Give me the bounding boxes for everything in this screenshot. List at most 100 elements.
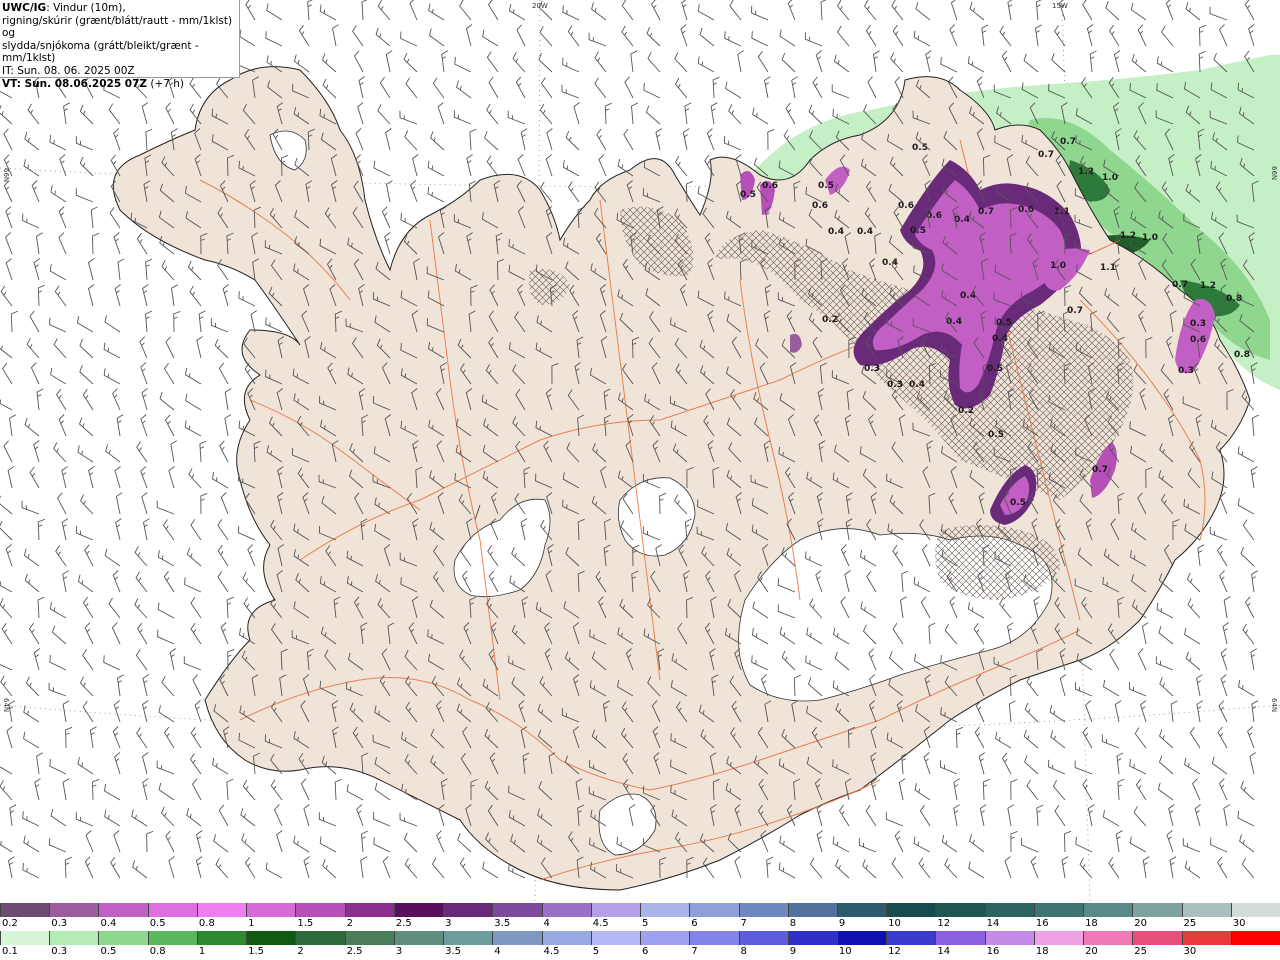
colorbar-label: 30 — [1232, 918, 1246, 929]
precip-value-label: 0.6 — [898, 201, 914, 211]
colorbar-swatch — [984, 931, 1034, 945]
precip-value-label: 0.7 — [1038, 150, 1054, 160]
colorbar-swatch — [787, 931, 837, 945]
precip-value-label: 1.0 — [1142, 233, 1158, 243]
colorbar-label: 18 — [1085, 918, 1098, 929]
colorbar-swatch — [0, 931, 50, 945]
lat-label-66n-right: 66N — [1270, 166, 1278, 180]
colorbar-swatch — [1083, 903, 1133, 917]
lat-label-64n-left: 64N — [2, 698, 10, 712]
colorbar-label: 30 — [1183, 946, 1197, 957]
colorbar-label: 10 — [838, 946, 852, 957]
precip-value-label: 0.5 — [740, 190, 756, 200]
colorbar-label: 2.5 — [395, 918, 412, 929]
precip-value-label: 1.1 — [1100, 263, 1116, 273]
colorbar-label: 2.5 — [346, 946, 363, 957]
colorbar-swatch — [246, 931, 296, 945]
colorbar-label: 5 — [642, 918, 649, 929]
colorbar-swatch — [344, 903, 394, 917]
precip-value-label: 1.1 — [1054, 207, 1070, 217]
colorbar-label: 14 — [986, 918, 1000, 929]
colorbar-label: 4.5 — [543, 946, 560, 957]
colorbar-label: 0.2 — [2, 918, 18, 929]
colorbar-swatch — [1181, 903, 1231, 917]
colorbar-swatch — [246, 903, 296, 917]
colorbar-swatch — [640, 903, 690, 917]
colorbar-label: 12 — [888, 946, 901, 957]
precip-value-label: 0.8 — [1226, 294, 1242, 304]
precip-value-label: 0.5 — [912, 143, 928, 153]
colorbar-label: 8 — [789, 918, 797, 929]
model-source: UWC/IG — [2, 2, 47, 14]
colorbar-label: 12 — [937, 918, 951, 929]
precip-value-label: 0.3 — [1190, 319, 1206, 329]
precip-value-label: 0.5 — [987, 364, 1003, 374]
subtitle-line-3: slydda/snjókoma (grátt/bleikt/grænt - mm… — [2, 39, 199, 65]
colorbar-swatch — [689, 903, 739, 917]
colorbar-swatch — [836, 903, 887, 917]
colorbar-swatch — [295, 903, 345, 917]
precip-value-label: 0.4 — [960, 291, 976, 301]
colorbar-swatch — [295, 931, 345, 945]
precip-value-label: 0.7 — [1092, 465, 1108, 475]
colorbar-label: 0.3 — [51, 946, 68, 957]
lat-label-64n-right: 64N — [1270, 698, 1278, 712]
colorbar-swatch — [1181, 931, 1231, 945]
lon-label-20w: 20W — [532, 2, 548, 10]
info-box: UWC/IG: Vindur (10m), rigning/skúrir (gr… — [0, 0, 240, 90]
precip-value-label: 0.2 — [958, 406, 974, 416]
colorbar-label: 2 — [346, 918, 353, 929]
colorbar-label: 3.5 — [494, 918, 511, 929]
lon-label-15w: 15W — [1052, 2, 1068, 10]
colorbar-label: 18 — [1035, 946, 1049, 957]
precip-value-label: 1.2 — [1200, 281, 1216, 291]
precip-value-label: 0.3 — [887, 380, 903, 390]
colorbar-swatch — [738, 931, 788, 945]
colorbar-label: 1 — [198, 946, 206, 957]
colorbar-swatch — [738, 903, 788, 917]
colorbar-swatch — [1132, 931, 1182, 945]
colorbar-label: 6 — [642, 946, 649, 957]
colorbar-swatch — [196, 903, 247, 917]
colorbar-swatch — [935, 903, 985, 917]
colorbar-swatch — [393, 931, 444, 945]
precip-value-label: 0.4 — [857, 227, 873, 237]
colorbar-label: 2 — [297, 946, 304, 957]
colorbar-label: 0.8 — [149, 946, 166, 957]
colorbar-swatch — [49, 903, 99, 917]
rain-colorbar-labels: 0.1 0.3 0.5 0.8 1 1.5 2 2.5 3 3.5 4 4.5 5 6 7 8 9 10 12 14 1… — [0, 946, 1280, 958]
colorbar-swatch — [689, 931, 739, 945]
colorbar-label: 0.5 — [100, 946, 117, 957]
colorbar-swatch — [640, 931, 690, 945]
colorbar-swatch — [393, 903, 444, 917]
lat-label-66n-left: 66N — [2, 168, 10, 182]
colorbar-swatch — [1230, 903, 1280, 917]
colorbar-label: 8 — [740, 946, 747, 957]
colorbar-swatch — [1230, 931, 1280, 945]
colorbar-label: 0.4 — [100, 918, 117, 929]
colorbar-swatch — [541, 931, 591, 945]
colorbar-swatch — [492, 903, 542, 917]
colorbar-label: 9 — [838, 918, 846, 929]
precip-value-label: 0.4 — [909, 380, 925, 390]
colorbar-swatch — [590, 931, 641, 945]
precip-value-label: 0.4 — [992, 334, 1008, 344]
colorbar-swatch — [49, 931, 99, 945]
colorbar-swatch — [443, 903, 493, 917]
colorbar-swatch — [98, 931, 148, 945]
subtitle-line-2: rigning/skúrir (grænt/blátt/rautt - mm/1… — [2, 14, 233, 40]
colorbar-swatch — [590, 903, 641, 917]
forecast-hour: (+7 h) — [147, 77, 185, 90]
colorbar-label: 4 — [543, 918, 550, 929]
colorbar-label: 5 — [592, 946, 600, 957]
precip-value-label: 0.7 — [1060, 137, 1076, 147]
colorbar-label: 14 — [937, 946, 951, 957]
colorbar-swatch — [836, 931, 887, 945]
precip-value-label: 0.7 — [1172, 280, 1188, 290]
colorbar-label: 4.5 — [592, 918, 609, 929]
colorbar-label: 7 — [740, 918, 747, 929]
precip-value-label: 0.6 — [762, 181, 778, 191]
colorbar-swatch — [1033, 931, 1084, 945]
colorbar-label: 7 — [691, 946, 698, 957]
valid-time: VT: Sun. 08.06.2025 07Z — [2, 77, 148, 90]
